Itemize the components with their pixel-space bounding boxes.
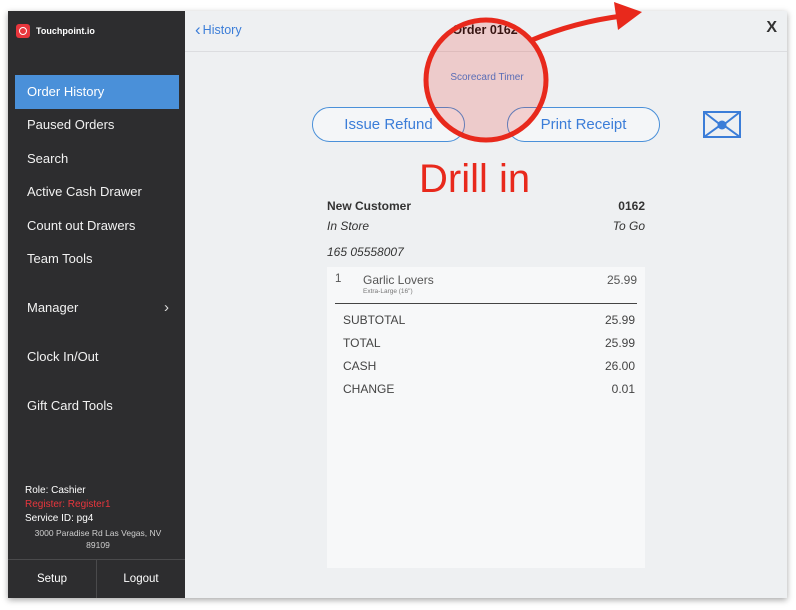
totals-value: 25.99 [604, 336, 635, 350]
back-button[interactable]: ‹ History [195, 20, 242, 39]
totals-label: TOTAL [343, 336, 381, 350]
print-receipt-button[interactable]: Print Receipt [507, 107, 660, 142]
brand-name: Touchpoint.io [36, 26, 95, 36]
phone-number: 165 05558007 [327, 245, 404, 259]
item-size: Extra-Large (16") [363, 288, 413, 295]
change-row: CHANGE 0.01 [343, 382, 635, 396]
sidebar-item-order-history[interactable]: Order History [15, 75, 179, 109]
item-quantity: 1 [335, 273, 342, 285]
item-price: 25.99 [606, 273, 637, 287]
role-label: Role: Cashier [25, 485, 86, 496]
order-mode: To Go [612, 219, 645, 233]
store-address: 3000 Paradise Rd Las Vegas, NV 89109 [34, 528, 162, 550]
totals-label: CHANGE [343, 382, 395, 396]
envelope-icon[interactable] [703, 111, 741, 138]
sidebar-item-active-cash-drawer[interactable]: Active Cash Drawer [15, 175, 179, 209]
main-panel: ‹ History Order 0162 X Scorecard Timer I… [185, 11, 787, 598]
sidebar-item-clock-in-out[interactable]: Clock In/Out [15, 340, 179, 374]
totals-label: SUBTOTAL [343, 313, 406, 327]
sidebar-item-count-out-drawers[interactable]: Count out Drawers [15, 209, 179, 243]
setup-button[interactable]: Setup [8, 560, 96, 598]
sidebar: Touchpoint.io Order History Paused Order… [8, 11, 185, 598]
customer-name: New Customer [327, 199, 412, 213]
sidebar-item-search[interactable]: Search [15, 142, 179, 176]
divider [335, 303, 637, 304]
page-title: Order 0162 [452, 23, 518, 37]
chevron-left-icon: ‹ [195, 20, 201, 39]
scorecard-timer-link[interactable]: Scorecard Timer [437, 72, 537, 83]
totals-value: 25.99 [604, 313, 635, 327]
totals-value: 26.00 [604, 359, 635, 373]
order-type-row: In Store To Go [327, 219, 645, 233]
sidebar-item-label: Manager [27, 300, 79, 315]
sidebar-item-team-tools[interactable]: Team Tools [15, 242, 179, 276]
service-id-label: Service ID: pg4 [25, 513, 94, 524]
totals-value: 0.01 [611, 382, 635, 396]
user-info: Role: Cashier Register: Register1 Servic… [25, 484, 111, 526]
subtotal-row: SUBTOTAL 25.99 [343, 313, 635, 327]
logout-button[interactable]: Logout [97, 560, 185, 598]
item-name: Garlic Lovers [363, 273, 434, 287]
sidebar-item-gift-card-tools[interactable]: Gift Card Tools [15, 389, 179, 423]
sidebar-item-manager[interactable]: Manager › [15, 291, 179, 325]
issue-refund-button[interactable]: Issue Refund [312, 107, 465, 142]
receipt: 1 Garlic Lovers Extra-Large (16") 25.99 … [327, 267, 645, 568]
order-location: In Store [327, 219, 370, 233]
sidebar-item-paused-orders[interactable]: Paused Orders [15, 108, 179, 142]
touchpoint-logo-icon [16, 24, 30, 38]
order-number: 0162 [618, 199, 645, 213]
brand: Touchpoint.io [16, 23, 95, 39]
app-window: Touchpoint.io Order History Paused Order… [8, 11, 787, 598]
customer-row: New Customer 0162 [327, 199, 645, 213]
close-button[interactable]: X [766, 19, 777, 37]
chevron-right-icon: › [164, 299, 169, 316]
totals-label: CASH [343, 359, 377, 373]
cash-row: CASH 26.00 [343, 359, 635, 373]
sidebar-footer: Setup Logout [8, 559, 185, 598]
annotation-label: Drill in [419, 157, 531, 201]
total-row: TOTAL 25.99 [343, 336, 635, 350]
back-label: History [202, 23, 242, 37]
top-bar: ‹ History Order 0162 X [185, 11, 787, 52]
register-label: Register: Register1 [25, 499, 111, 510]
